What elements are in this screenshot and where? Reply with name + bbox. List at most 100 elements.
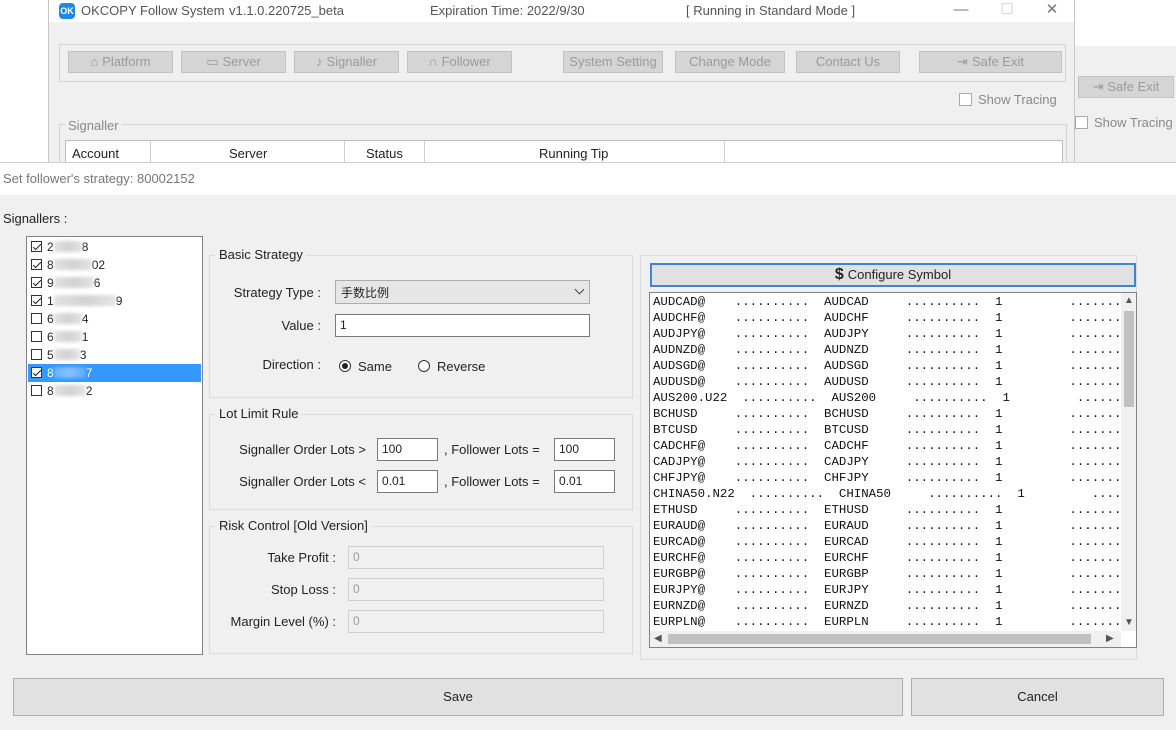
scroll-left-icon[interactable]: ◀ bbox=[654, 633, 662, 644]
symbol-row[interactable]: ETHUSD .......... ETHUSD .......... 1 ..… bbox=[653, 503, 1121, 519]
signaller-lots-lt-input[interactable]: 0.01 bbox=[377, 470, 438, 493]
symbol-row[interactable]: AUDSGD@ .......... AUDSGD .......... 1 .… bbox=[653, 359, 1121, 375]
strategy-type-select[interactable]: 手数比例 bbox=[335, 280, 590, 304]
change-mode-button[interactable]: Change Mode bbox=[675, 51, 785, 73]
checkbox-icon[interactable] bbox=[31, 313, 42, 324]
symbol-row[interactable]: EURCHF@ .......... EURCHF .......... 1 .… bbox=[653, 551, 1121, 567]
direction-reverse-radio[interactable] bbox=[418, 360, 430, 372]
side-window: ⇥ Safe Exit Show Tracing bbox=[1075, 0, 1176, 162]
checkbox-checked-icon[interactable] bbox=[31, 367, 42, 378]
symbol-row[interactable]: AUDJPY@ .......... AUDJPY .......... 1 .… bbox=[653, 327, 1121, 343]
server-button[interactable]: ▭ Server bbox=[181, 51, 286, 73]
checkbox-checked-icon[interactable] bbox=[31, 259, 42, 270]
stop-loss-input[interactable]: 0 bbox=[348, 578, 604, 601]
safe-exit-button[interactable]: ⇥ Safe Exit bbox=[919, 51, 1062, 73]
symbol-row[interactable]: EURNZD@ .......... EURNZD .......... 1 .… bbox=[653, 599, 1121, 615]
show-tracing-checkbox[interactable]: Show Tracing bbox=[959, 92, 1057, 107]
main-titlebar: OK OKCOPY Follow System v1.1.0.220725_be… bbox=[49, 0, 1074, 22]
save-button[interactable]: Save bbox=[13, 678, 903, 716]
checkbox-checked-icon[interactable] bbox=[31, 295, 42, 306]
signaller-item[interactable]: 8 02 bbox=[28, 256, 201, 274]
horizontal-scroll-thumb[interactable] bbox=[668, 634, 1091, 644]
symbol-row[interactable]: CHFJPY@ .......... CHFJPY .......... 1 .… bbox=[653, 471, 1121, 487]
checkbox-icon[interactable] bbox=[31, 385, 42, 396]
minimize-icon[interactable]: — bbox=[941, 0, 981, 22]
platform-button-label: Platform bbox=[102, 54, 151, 69]
column-header-account[interactable]: Account bbox=[72, 146, 119, 161]
symbol-row[interactable]: EURPLN@ .......... EURPLN .......... 1 .… bbox=[653, 615, 1121, 631]
vertical-scroll-thumb[interactable] bbox=[1124, 311, 1134, 407]
symbol-row[interactable]: CADCHF@ .......... CADCHF .......... 1 .… bbox=[653, 439, 1121, 455]
direction-reverse-label[interactable]: Reverse bbox=[437, 359, 485, 374]
signaller-item[interactable]: 28 bbox=[28, 238, 201, 256]
symbol-row[interactable]: EURCAD@ .......... EURCAD .......... 1 .… bbox=[653, 535, 1121, 551]
app-title: OKCOPY Follow System bbox=[81, 3, 225, 18]
signaller-item[interactable]: 87 bbox=[28, 364, 201, 382]
maximize-icon[interactable]: ☐ bbox=[987, 0, 1027, 22]
symbol-row[interactable]: EURJPY@ .......... EURJPY .......... 1 .… bbox=[653, 583, 1121, 599]
signaller-lots-gt-input[interactable]: 100 bbox=[377, 438, 438, 461]
take-profit-input[interactable]: 0 bbox=[348, 546, 604, 569]
margin-level-input[interactable]: 0 bbox=[348, 610, 604, 633]
checkbox-icon[interactable] bbox=[31, 331, 42, 342]
main-toolbar: ⌂ Platform ▭ Server ♪ Signaller ∩ Follower S… bbox=[59, 44, 1066, 82]
follower-lots-gt-input[interactable]: 100 bbox=[554, 438, 615, 461]
signallers-label: Signallers : bbox=[3, 211, 68, 226]
signaller-id-prefix: 6 bbox=[47, 312, 54, 326]
symbol-row[interactable]: BTCUSD .......... BTCUSD .......... 1 ..… bbox=[653, 423, 1121, 439]
signaller-item-label: 53 bbox=[47, 348, 86, 362]
signaller-lots-gt-label: Signaller Order Lots > bbox=[239, 442, 366, 457]
signaller-group-title: Signaller bbox=[65, 118, 122, 133]
signaller-item[interactable]: 19 bbox=[28, 292, 201, 310]
checkbox-checked-icon[interactable] bbox=[31, 277, 42, 288]
system-setting-button[interactable]: System Setting bbox=[563, 51, 663, 73]
checkbox-icon[interactable] bbox=[31, 349, 42, 360]
direction-same-label[interactable]: Same bbox=[358, 359, 392, 374]
signaller-id-prefix: 1 bbox=[47, 294, 54, 308]
cancel-button[interactable]: Cancel bbox=[911, 678, 1164, 716]
symbol-row[interactable]: CADJPY@ .......... CADJPY .......... 1 .… bbox=[653, 455, 1121, 471]
configure-symbol-button[interactable]: $ Configure Symbol bbox=[650, 263, 1136, 287]
app-version: v1.1.0.220725_beta bbox=[229, 3, 344, 18]
symbol-row[interactable]: EURGBP@ .......... EURGBP .......... 1 .… bbox=[653, 567, 1121, 583]
column-header-running-tip[interactable]: Running Tip bbox=[539, 146, 608, 161]
side-show-tracing-checkbox[interactable]: Show Tracing bbox=[1075, 115, 1173, 130]
scroll-right-icon[interactable]: ▶ bbox=[1106, 633, 1114, 644]
follower-button[interactable]: ∩ Follower bbox=[407, 51, 512, 73]
close-icon[interactable]: ✕ bbox=[1032, 0, 1072, 22]
platform-button[interactable]: ⌂ Platform bbox=[68, 51, 173, 73]
symbol-row[interactable]: AUDCHF@ .......... AUDCHF .......... 1 .… bbox=[653, 311, 1121, 327]
symbol-list[interactable]: AUDCAD@ .......... AUDCAD .......... 1 .… bbox=[649, 292, 1137, 648]
running-mode: [ Running in Standard Mode ] bbox=[686, 3, 856, 18]
symbol-row[interactable]: AUDUSD@ .......... AUDUSD .......... 1 .… bbox=[653, 375, 1121, 391]
signaller-item[interactable]: 61 bbox=[28, 328, 201, 346]
symbol-rows: AUDCAD@ .......... AUDCAD .......... 1 .… bbox=[650, 293, 1121, 631]
symbol-row[interactable]: CHINA50.N22 .......... CHINA50 .........… bbox=[653, 487, 1121, 503]
horizontal-scrollbar[interactable]: ◀ ▶ bbox=[650, 631, 1121, 647]
side-safe-exit-button[interactable]: ⇥ Safe Exit bbox=[1078, 76, 1174, 98]
symbol-row[interactable]: EURAUD@ .......... EURAUD .......... 1 .… bbox=[653, 519, 1121, 535]
symbol-row[interactable]: BCHUSD .......... BCHUSD .......... 1 ..… bbox=[653, 407, 1121, 423]
signaller-item[interactable]: 53 bbox=[28, 346, 201, 364]
scroll-up-icon[interactable]: ▲ bbox=[1124, 295, 1134, 306]
direction-same-radio[interactable] bbox=[339, 360, 351, 372]
contact-us-button[interactable]: Contact Us bbox=[796, 51, 900, 73]
checkbox-checked-icon[interactable] bbox=[31, 241, 42, 252]
signaller-id-suffix: 02 bbox=[91, 258, 106, 272]
signaller-item[interactable]: 96 bbox=[28, 274, 201, 292]
symbol-row[interactable]: AUDCAD@ .......... AUDCAD .......... 1 .… bbox=[653, 295, 1121, 311]
symbol-row[interactable]: AUS200.U22 .......... AUS200 .......... … bbox=[653, 391, 1121, 407]
signaller-item[interactable]: 82 bbox=[28, 382, 201, 400]
redacted-mask bbox=[53, 241, 82, 252]
value-input[interactable]: 1 bbox=[335, 314, 590, 337]
column-header-server[interactable]: Server bbox=[229, 146, 267, 161]
symbol-row[interactable]: AUDNZD@ .......... AUDNZD .......... 1 .… bbox=[653, 343, 1121, 359]
signaller-button[interactable]: ♪ Signaller bbox=[294, 51, 399, 73]
vertical-scrollbar[interactable]: ▲ ▼ bbox=[1121, 293, 1136, 631]
signaller-item[interactable]: 64 bbox=[28, 310, 201, 328]
follower-lots-lt-input[interactable]: 0.01 bbox=[554, 470, 615, 493]
signaller-list[interactable]: 2 8 8 02 9 6 1 9 6 4 6 1 5 3 8 7 8 2 bbox=[26, 236, 203, 655]
dialog-title: Set follower's strategy: 80002152 bbox=[3, 171, 195, 186]
column-header-status[interactable]: Status bbox=[366, 146, 403, 161]
scroll-down-icon[interactable]: ▼ bbox=[1124, 617, 1134, 628]
